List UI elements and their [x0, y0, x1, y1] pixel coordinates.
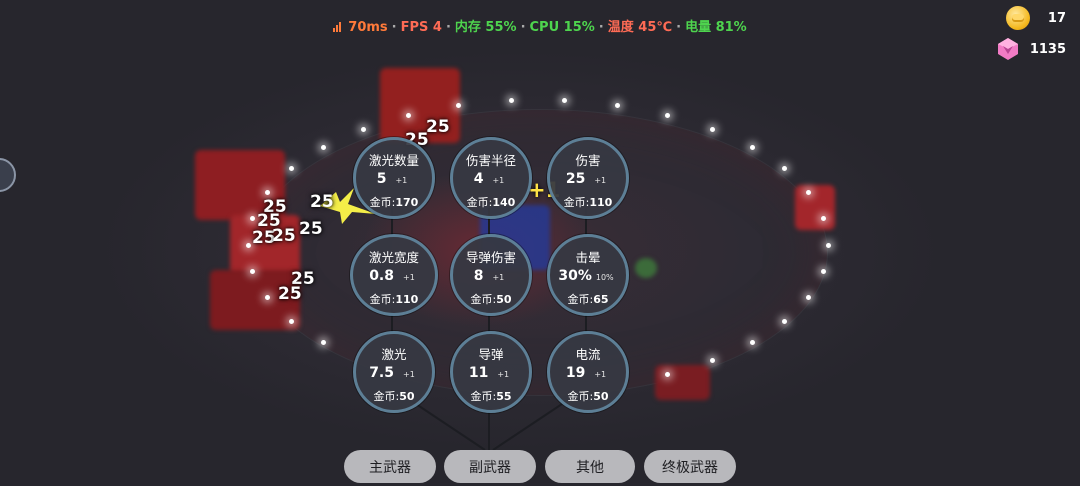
upgrade-cost: 金币:110: [353, 291, 435, 307]
upgrade-tree-lines: [391, 208, 587, 451]
upgrade-node-laser-width[interactable]: 激光宽度 0.8 +1 金币:110: [350, 234, 438, 316]
cost-price: 55: [496, 390, 512, 403]
cost-price: 140: [492, 196, 516, 209]
upgrade-node-laser-count[interactable]: 激光数量 5 +1 金币:170: [353, 137, 435, 219]
cost-price: 50: [496, 293, 512, 306]
upgrade-level: 7.5: [369, 365, 394, 381]
tab-secondary-weapon[interactable]: 副武器: [444, 450, 536, 483]
cost-price: 50: [399, 390, 415, 403]
upgrade-value: 19 +1: [550, 365, 626, 381]
upgrade-cost: 金币:140: [453, 194, 529, 210]
upgrade-increment: +1: [395, 176, 408, 185]
upgrade-value: 11 +1: [453, 365, 529, 381]
upgrade-cost: 金币:50: [453, 291, 529, 307]
cost-label: 金币: [567, 390, 590, 403]
upgrade-increment: +1: [403, 273, 415, 282]
upgrade-title: 伤害: [575, 153, 601, 168]
tab-main-weapon[interactable]: 主武器: [344, 450, 436, 483]
upgrade-value: 5 +1: [356, 171, 432, 187]
upgrade-increment: +1: [497, 370, 510, 379]
upgrade-increment: +1: [594, 370, 607, 379]
cost-label: 金币: [373, 390, 396, 403]
upgrade-level: 0.8: [369, 268, 394, 284]
upgrade-value: 30% 10%: [550, 268, 626, 284]
cost-label: 金币: [470, 293, 493, 306]
upgrade-increment: +1: [594, 176, 607, 185]
upgrade-increment: +1: [403, 370, 415, 379]
upgrade-cost: 金币:170: [356, 194, 432, 210]
upgrade-title: 导弹伤害: [465, 250, 516, 265]
upgrade-level: 30%: [558, 268, 592, 284]
cost-label: 金币: [369, 196, 392, 209]
upgrade-title: 激光数量: [368, 153, 419, 168]
upgrade-title: 电流: [575, 347, 601, 362]
cost-price: 170: [395, 196, 419, 209]
upgrade-value: 25 +1: [550, 171, 626, 187]
upgrade-title: 伤害半径: [465, 153, 516, 168]
upgrade-cost: 金币:55: [453, 388, 529, 404]
upgrade-value: 8 +1: [453, 268, 529, 284]
tab-ultimate-weapon[interactable]: 终极武器: [644, 450, 736, 483]
upgrade-value: 7.5 +1: [356, 365, 432, 381]
cost-price: 110: [589, 196, 613, 209]
cost-label: 金币: [470, 390, 493, 403]
upgrade-level: 4: [473, 171, 484, 187]
upgrade-node-damage[interactable]: 伤害 25 +1 金币:110: [547, 137, 629, 219]
cost-label: 金币: [563, 196, 586, 209]
upgrade-cost: 金币:50: [356, 388, 432, 404]
upgrade-title: 激光: [381, 347, 407, 362]
upgrade-node-stun[interactable]: 击晕 30% 10% 金币:65: [547, 234, 629, 316]
upgrade-level: 25: [565, 171, 586, 187]
weapon-category-tabs: 主武器 副武器 其他 终极武器: [0, 450, 1080, 484]
cost-label: 金币: [567, 293, 590, 306]
upgrade-title: 击晕: [575, 250, 601, 265]
upgrade-value: 4 +1: [453, 171, 529, 187]
upgrade-title: 导弹: [478, 347, 504, 362]
upgrade-cost: 金币:50: [550, 388, 626, 404]
cost-label: 金币: [369, 293, 392, 306]
cost-price: 50: [593, 390, 609, 403]
upgrade-level: 5: [376, 171, 387, 187]
upgrade-node-laser[interactable]: 激光 7.5 +1 金币:50: [353, 331, 435, 413]
upgrade-increment: 10%: [595, 273, 614, 282]
upgrade-node-current[interactable]: 电流 19 +1 金币:50: [547, 331, 629, 413]
upgrade-level: 11: [468, 365, 489, 381]
cost-label: 金币: [466, 196, 489, 209]
cost-price: 65: [593, 293, 609, 306]
upgrade-level: 8: [473, 268, 484, 284]
upgrade-cost: 金币:65: [550, 291, 626, 307]
upgrade-value: 0.8 +1: [353, 268, 435, 284]
upgrade-title: 激光宽度: [368, 250, 419, 265]
upgrade-increment: +1: [492, 176, 505, 185]
tab-other[interactable]: 其他: [545, 450, 635, 483]
upgrade-cost: 金币:110: [550, 194, 626, 210]
upgrade-node-damage-radius[interactable]: 伤害半径 4 +1 金币:140: [450, 137, 532, 219]
upgrade-node-missile[interactable]: 导弹 11 +1 金币:55: [450, 331, 532, 413]
cost-price: 110: [395, 293, 419, 306]
upgrade-increment: +1: [492, 273, 505, 282]
upgrade-node-missile-damage[interactable]: 导弹伤害 8 +1 金币:50: [450, 234, 532, 316]
upgrade-level: 19: [565, 365, 586, 381]
